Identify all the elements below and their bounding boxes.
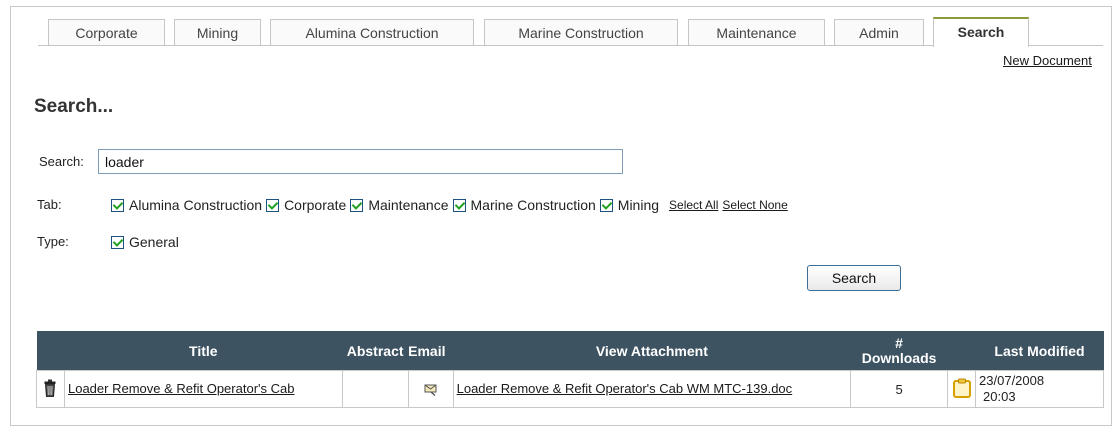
tab-maintenance[interactable]: Maintenance: [688, 19, 825, 45]
new-document-link[interactable]: New Document: [1003, 53, 1092, 68]
tab-marine-construction[interactable]: Marine Construction: [484, 19, 678, 45]
trash-icon[interactable]: [44, 379, 56, 397]
checkbox-label[interactable]: Maintenance: [368, 197, 448, 213]
downloads-cell: 5: [850, 370, 949, 408]
col-clip-header: [947, 331, 976, 371]
checkbox-general[interactable]: [111, 235, 124, 249]
results-header-row: Title Abstract Email View Attachment # D…: [36, 331, 1104, 371]
search-label: Search:: [39, 154, 84, 169]
checkbox-marine-construction[interactable]: [452, 198, 466, 212]
tab-admin[interactable]: Admin: [834, 19, 924, 45]
col-email-header: Email: [408, 331, 454, 371]
col-icon-header: [36, 331, 65, 371]
tab-filter-maintenance: Maintenance: [350, 197, 449, 213]
abstract-cell: [341, 370, 409, 408]
clipboard-icon[interactable]: [952, 378, 971, 398]
modified-date: 23/07/2008: [979, 373, 1045, 388]
modified-time: 20:03: [983, 389, 1016, 404]
type-filter-options: General: [111, 234, 183, 250]
title-cell: Loader Remove & Refit Operator's Cab: [63, 370, 343, 408]
tab-filter-mining: Mining: [599, 197, 659, 213]
delete-cell: [36, 370, 65, 408]
tab-search[interactable]: Search: [933, 17, 1029, 47]
tab-alumina-construction[interactable]: Alumina Construction: [270, 19, 474, 45]
col-modified-header: Last Modified: [975, 331, 1104, 371]
checkbox-maintenance[interactable]: [350, 198, 364, 212]
clipboard-cell: [947, 370, 977, 408]
search-button[interactable]: Search: [807, 265, 901, 291]
checkbox-label[interactable]: Marine Construction: [471, 197, 596, 213]
checkbox-mining[interactable]: [599, 198, 613, 212]
tab-filter-corporate: Corporate: [266, 197, 346, 213]
downloads-header-top: #: [895, 334, 903, 351]
downloads-header-bottom: Downloads: [861, 349, 937, 366]
table-row: Loader Remove & Refit Operator's Cab Loa…: [36, 370, 1104, 408]
attachment-cell: Loader Remove & Refit Operator's Cab WM …: [452, 370, 852, 408]
tab-filter-marine: Marine Construction: [452, 197, 596, 213]
checkbox-alumina-construction[interactable]: [111, 198, 124, 212]
results-table: Title Abstract Email View Attachment # D…: [36, 331, 1104, 408]
search-input[interactable]: [98, 149, 623, 174]
col-abstract-header: Abstract: [342, 331, 409, 371]
tab-mining[interactable]: Mining: [174, 19, 261, 45]
attachment-link[interactable]: Loader Remove & Refit Operator's Cab WM …: [457, 381, 793, 396]
checkbox-corporate[interactable]: [266, 198, 280, 212]
page-title: Search...: [34, 96, 114, 117]
checkbox-label[interactable]: Corporate: [284, 197, 346, 213]
tab-filter-options: Alumina Construction Corporate Maintenan…: [111, 197, 788, 213]
tab-corporate[interactable]: Corporate: [48, 19, 165, 45]
checkbox-label[interactable]: General: [129, 234, 179, 250]
checkbox-label[interactable]: Alumina Construction: [129, 197, 262, 213]
checkbox-label[interactable]: Mining: [618, 197, 659, 213]
modified-cell: 23/07/2008 20:03: [975, 370, 1104, 408]
document-title-link[interactable]: Loader Remove & Refit Operator's Cab: [68, 381, 294, 396]
col-title-header: Title: [64, 331, 343, 371]
type-filter-general: General: [111, 234, 179, 250]
tab-filter-label: Tab:: [37, 197, 62, 212]
type-filter-label: Type:: [37, 234, 69, 249]
col-downloads-header: # Downloads: [850, 331, 948, 371]
email-icon[interactable]: [424, 384, 438, 396]
col-attachment-header: View Attachment: [453, 331, 851, 371]
tab-filter-alumina: Alumina Construction: [111, 197, 262, 213]
select-none-link[interactable]: Select None: [722, 198, 787, 212]
select-all-link[interactable]: Select All: [669, 198, 718, 212]
email-cell: [407, 370, 454, 408]
